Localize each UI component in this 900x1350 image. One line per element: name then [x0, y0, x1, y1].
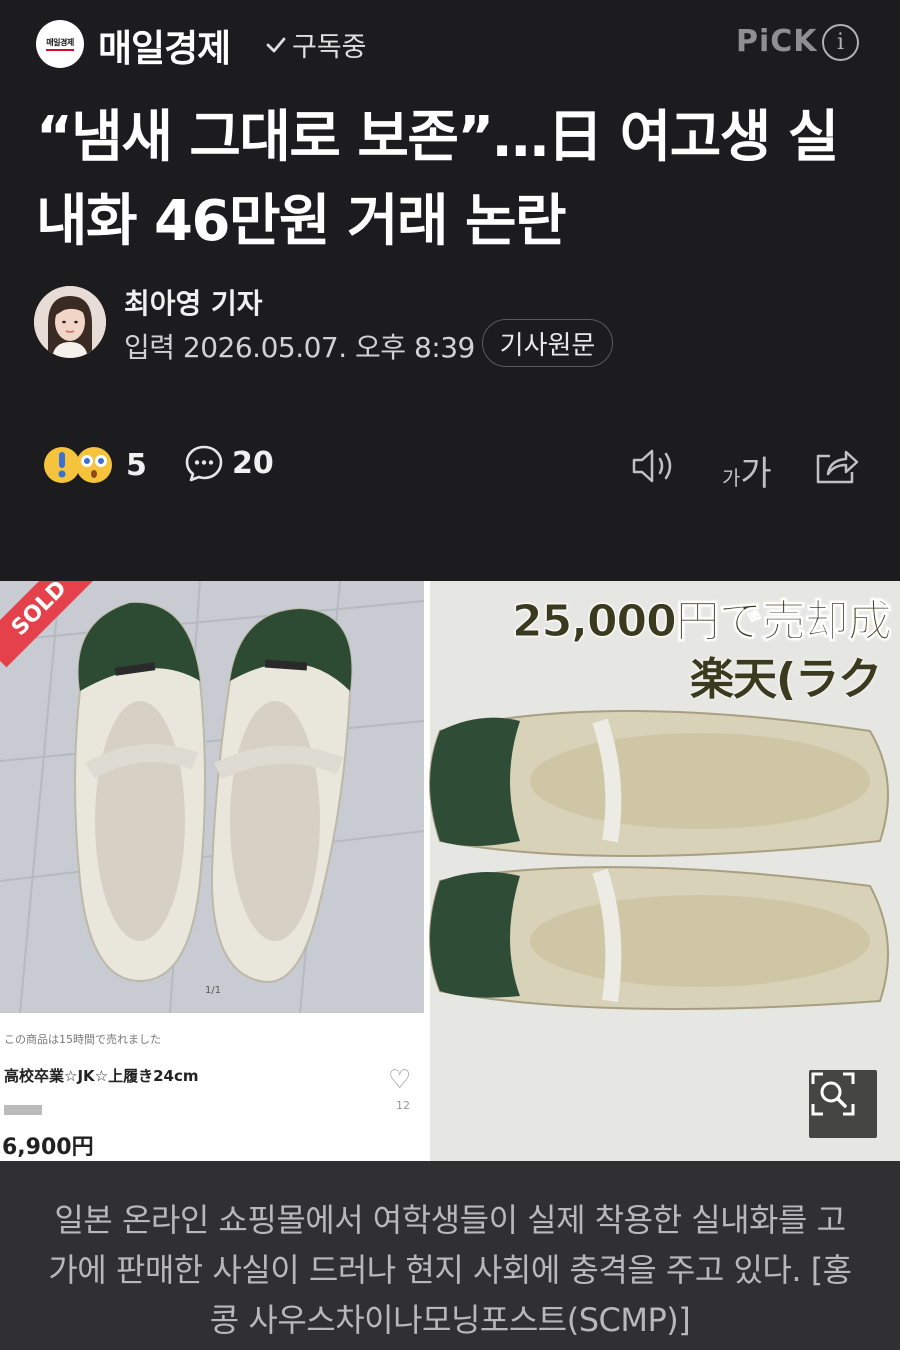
reaction-count: 5: [126, 447, 147, 483]
font-size-button[interactable]: 가가: [722, 446, 772, 495]
article-photo[interactable]: SOLD 1/1 25,000円で売却成 楽天(ラク この商品は15時間で売れま…: [0, 581, 900, 1161]
original-article-button[interactable]: 기사원문: [482, 319, 613, 367]
audio-button[interactable]: [630, 446, 678, 490]
share-icon: [816, 450, 859, 484]
listing-card: この商品は15時間で売れました 高校卒業☆JK☆上履き24cm 6,900円 ♡…: [0, 1013, 424, 1161]
font-size-large-label: 가: [740, 454, 772, 494]
reporter-name[interactable]: 최아영 기자: [124, 282, 263, 322]
listing-title: 高校卒業☆JK☆上履き24cm: [4, 1067, 199, 1085]
reporter-avatar[interactable]: [34, 286, 106, 358]
info-icon[interactable]: i: [822, 24, 859, 61]
press-logo-text: 매일경제: [46, 37, 74, 51]
pick-label: PiCK: [736, 24, 818, 59]
article-headline: “냄새 그대로 보존”…日 여고생 실내화 46만원 거래 논란: [36, 105, 839, 254]
publish-date: 입력 2026.05.07. 오후 8:39: [124, 331, 475, 364]
surprised-emoji-icon: [44, 447, 112, 483]
check-icon: [266, 37, 286, 52]
zoom-button[interactable]: [809, 1070, 877, 1138]
store-overlay-text: 楽天(ラク: [690, 654, 882, 705]
press-logo[interactable]: 매일경제: [36, 20, 84, 68]
shipping-tag: [4, 1105, 42, 1115]
photo-caption: 일본 온라인 쇼핑몰에서 여학생들이 실제 착용한 실내화를 고가에 판매한 사…: [0, 1161, 900, 1350]
heart-icon: ♡: [388, 1065, 412, 1095]
comment-icon: [185, 445, 223, 482]
comment-count: 20: [232, 445, 274, 481]
listing-note: この商品は15時間で売れました: [4, 1033, 161, 1046]
speaker-icon: [632, 449, 672, 483]
zoom-icon: [811, 1072, 855, 1116]
subscribe-button[interactable]: 구독중: [264, 25, 367, 64]
font-size-small-label: 가: [722, 466, 741, 490]
press-name[interactable]: 매일경제: [98, 18, 231, 72]
image-pager: 1/1: [205, 985, 222, 996]
price-overlay-text: 25,000円で売却成: [512, 596, 893, 648]
subscribe-label: 구독중: [292, 32, 367, 63]
top-bar: 매일경제 매일경제 구독중 PiCK i: [0, 0, 900, 84]
listing-likes: 12: [396, 1099, 410, 1112]
listing-price: 6,900円: [2, 1135, 94, 1160]
reaction-button[interactable]: 5: [42, 440, 147, 490]
share-button[interactable]: [814, 446, 860, 490]
comment-button[interactable]: 20: [184, 443, 274, 483]
